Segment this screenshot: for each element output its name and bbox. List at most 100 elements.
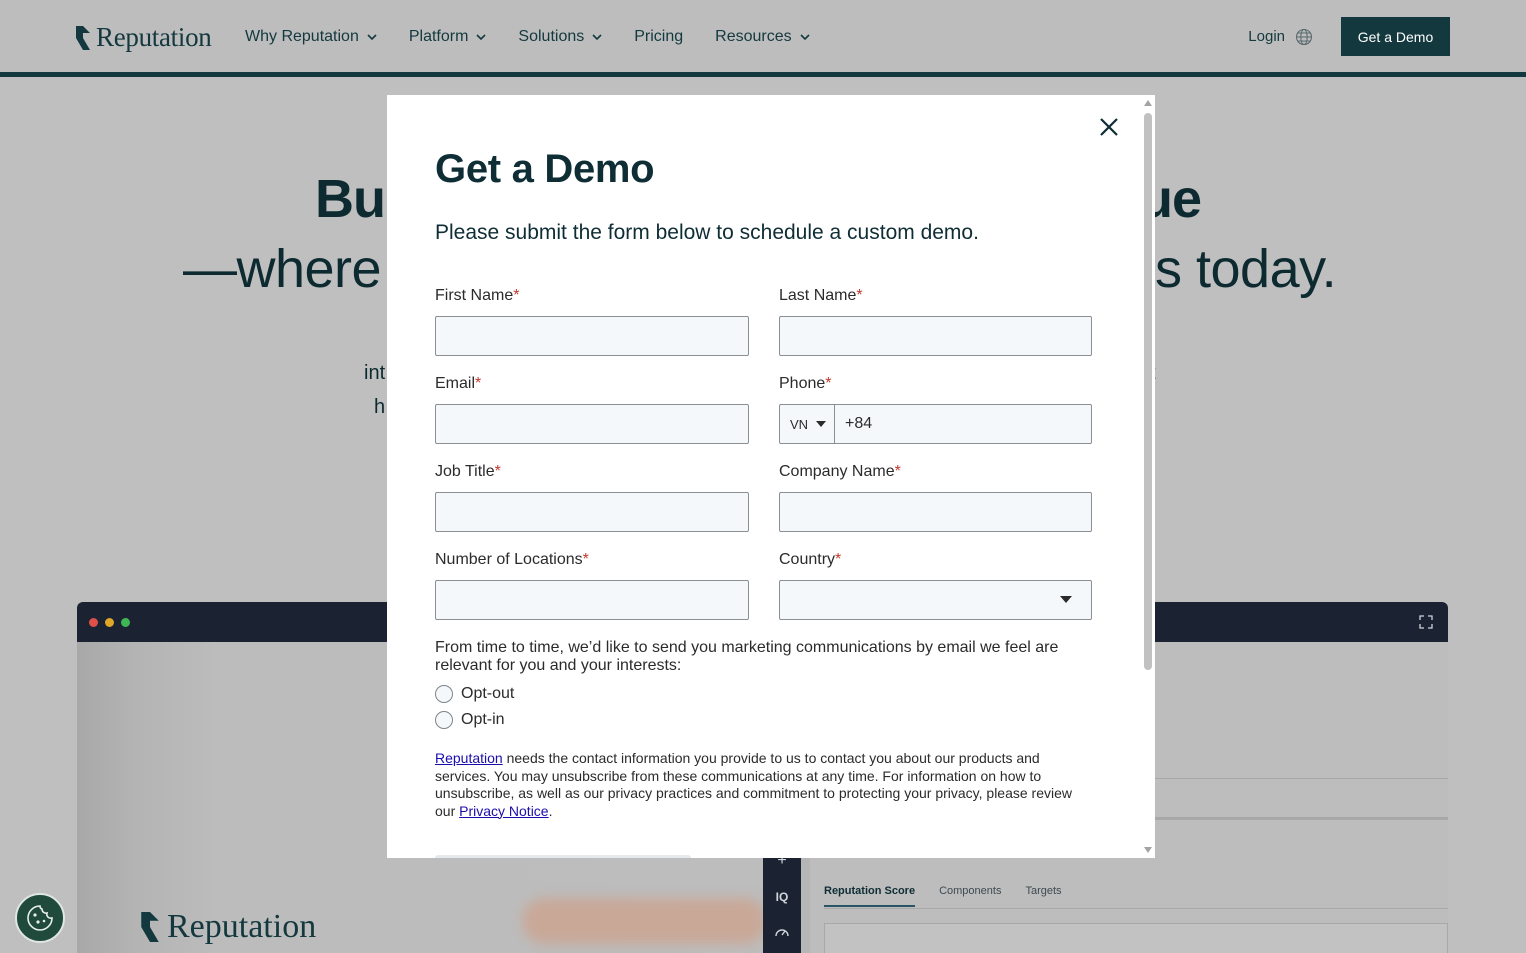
brand-logo[interactable]: Reputation [76, 22, 212, 53]
caret-down-icon [1060, 596, 1072, 603]
label-text: Email [435, 375, 476, 392]
label-text: Phone [779, 375, 826, 392]
demo-request-modal: Get a Demo Please submit the form below … [387, 95, 1155, 858]
divider [824, 908, 1448, 909]
privacy-disclaimer: Reputation needs the contact information… [435, 750, 1085, 820]
iq-icon: IQ [775, 890, 789, 904]
opt-in-option[interactable]: Opt-in [435, 711, 505, 729]
submit-button[interactable] [435, 855, 691, 858]
email-label: Email* [435, 375, 481, 393]
opt-in-radio[interactable] [435, 711, 453, 729]
expand-icon[interactable] [1419, 615, 1433, 629]
chevron-down-icon [476, 34, 486, 41]
app-preview-brand: Reputation [167, 908, 317, 945]
opt-out-label: Opt-out [461, 685, 515, 702]
privacy-notice-link[interactable]: Privacy Notice [459, 803, 548, 819]
nav-item-label: Pricing [634, 28, 684, 45]
last-name-input[interactable] [779, 316, 1092, 356]
modal-subtitle: Please submit the form below to schedule… [435, 221, 979, 244]
caret-down-icon [816, 421, 827, 427]
label-text: Last Name [779, 287, 857, 304]
opt-out-option[interactable]: Opt-out [435, 685, 514, 703]
close-icon[interactable] [1099, 117, 1119, 137]
reputation-logo-icon [141, 912, 159, 942]
email-input[interactable] [435, 404, 749, 444]
modal-title: Get a Demo [435, 147, 655, 191]
last-name-label: Last Name* [779, 287, 863, 305]
required-mark: * [475, 375, 482, 392]
app-preview-tabs: Reputation Score Components Targets [824, 885, 1086, 907]
marketing-consent-text: From time to time, we’d like to send you… [435, 639, 1059, 674]
nav-menu: Why Reputation Platform Solutions Pricin… [245, 26, 842, 48]
reputation-logo-icon [76, 25, 90, 50]
app-preview-highlight [522, 898, 767, 944]
opt-out-radio[interactable] [435, 685, 453, 703]
hero-subline-left: —where [183, 239, 382, 299]
hero-subline-right: s today. [1155, 239, 1337, 299]
first-name-label: First Name* [435, 287, 519, 305]
login-link[interactable]: Login [1248, 28, 1285, 45]
company-name-input[interactable] [779, 492, 1092, 532]
scroll-up-arrow-icon[interactable] [1144, 100, 1152, 106]
get-demo-button[interactable]: Get a Demo [1341, 17, 1450, 56]
window-close-dot [89, 617, 98, 627]
required-mark: * [494, 463, 501, 480]
scrollbar-thumb[interactable] [1144, 113, 1152, 670]
nav-actions: Login Get a Demo [1248, 17, 1450, 56]
chevron-down-icon [367, 34, 377, 41]
required-mark: * [835, 551, 842, 568]
required-mark: * [513, 287, 520, 304]
nav-item-pricing[interactable]: Pricing [634, 26, 683, 48]
company-name-label: Company Name* [779, 463, 901, 481]
job-title-label: Job Title* [435, 463, 501, 481]
nav-item-label: Solutions [518, 28, 585, 45]
chevron-down-icon [800, 34, 810, 41]
nav-item-resources[interactable]: Resources [715, 26, 810, 48]
cookie-icon [27, 905, 53, 931]
required-mark: * [894, 463, 901, 480]
window-maximize-dot [121, 617, 130, 627]
hero-paragraph-fragment: int [364, 362, 386, 384]
globe-icon[interactable] [1295, 28, 1313, 46]
country-select[interactable] [779, 580, 1092, 620]
disclaimer-end: . [548, 802, 553, 819]
nav-item-label: Resources [715, 28, 792, 45]
locations-input[interactable] [435, 580, 749, 620]
brand-name: Reputation [96, 22, 212, 52]
nav-item-label: Platform [408, 28, 469, 45]
app-preview-logo: Reputation [141, 908, 316, 946]
tab-components: Components [939, 885, 1002, 897]
label-text: First Name [435, 287, 514, 304]
app-preview-sidebar: + IQ [763, 846, 801, 953]
nav-item-platform[interactable]: Platform [409, 26, 487, 48]
job-title-input[interactable] [435, 492, 749, 532]
modal-scrollbar[interactable] [1141, 95, 1155, 858]
nav-item-why-reputation[interactable]: Why Reputation [245, 26, 377, 48]
tab-reputation-score: Reputation Score [824, 885, 916, 907]
required-mark: * [582, 551, 589, 568]
app-preview-content-panel [824, 923, 1448, 953]
label-text: Company Name [779, 463, 895, 480]
chevron-down-icon [592, 34, 602, 41]
phone-field: VN +84 [779, 404, 1092, 444]
required-mark: * [856, 287, 863, 304]
reputation-link[interactable]: Reputation [435, 750, 503, 766]
gauge-icon [775, 929, 789, 937]
nav-item-solutions[interactable]: Solutions [518, 26, 602, 48]
tab-targets: Targets [1025, 885, 1062, 897]
hero-paragraph-fragment: h [374, 396, 386, 418]
first-name-input[interactable] [435, 316, 749, 356]
phone-input[interactable]: +84 [835, 405, 1091, 443]
phone-country-code: VN [790, 416, 809, 432]
label-text: Country [779, 551, 836, 568]
nav-item-label: Why Reputation [245, 28, 359, 45]
phone-label: Phone* [779, 375, 832, 393]
label-text: Job Title [435, 463, 495, 480]
top-navigation: Reputation Why Reputation Platform Solut… [0, 0, 1526, 72]
scroll-down-arrow-icon[interactable] [1144, 847, 1152, 853]
required-mark: * [825, 375, 832, 392]
opt-in-label: Opt-in [461, 711, 505, 728]
cookie-settings-button[interactable] [15, 893, 65, 943]
window-minimize-dot [105, 617, 114, 627]
phone-country-select[interactable]: VN [780, 405, 835, 443]
